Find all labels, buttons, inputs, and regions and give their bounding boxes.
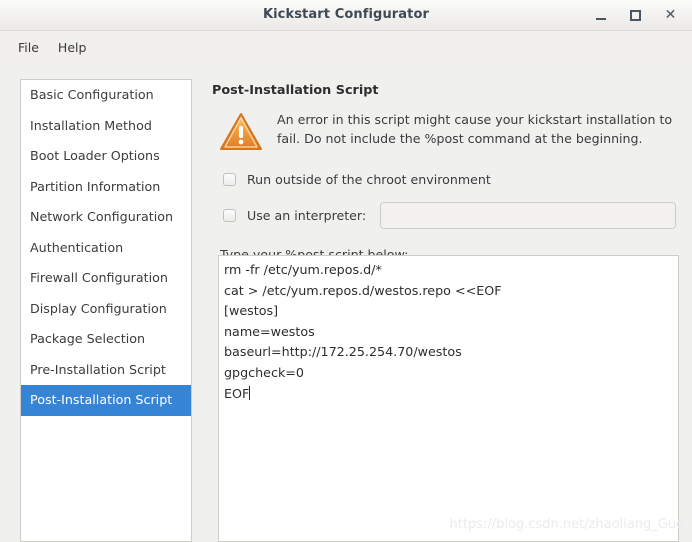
interpreter-checkbox-label: Use an interpreter: [247,208,367,223]
maximize-button[interactable] [628,8,643,23]
application-window: Kickstart Configurator ✕ File Help Basic… [0,0,692,542]
chroot-checkbox-row[interactable]: Run outside of the chroot environment [211,172,681,187]
title-bar: Kickstart Configurator ✕ [0,0,692,31]
sidebar-item-package-selection[interactable]: Package Selection [21,324,191,355]
sidebar-item-basic-configuration[interactable]: Basic Configuration [21,80,191,111]
menu-item-file[interactable]: File [9,37,49,59]
minimize-icon [595,17,606,20]
warning-text: An error in this script might cause your… [277,112,673,146]
sidebar-item-pre-installation-script[interactable]: Pre-Installation Script [21,355,191,386]
section-list[interactable]: Basic Configuration Installation Method … [20,79,192,542]
script-line: rm -fr /etc/yum.repos.d/* [224,262,382,277]
interpreter-checkbox-row[interactable]: Use an interpreter: [211,202,681,229]
page-title: Post-Installation Script [212,83,379,98]
window-controls: ✕ [593,0,686,30]
interpreter-input[interactable] [380,202,677,229]
sidebar-item-installation-method[interactable]: Installation Method [21,111,191,142]
minimize-button[interactable] [593,8,608,23]
sidebar-item-display-configuration[interactable]: Display Configuration [21,294,191,325]
close-button[interactable]: ✕ [663,8,678,23]
warning-banner: An error in this script might cause your… [211,110,681,156]
sidebar-item-authentication[interactable]: Authentication [21,233,191,264]
sidebar-item-partition-information[interactable]: Partition Information [21,172,191,203]
chroot-checkbox[interactable] [223,173,236,186]
script-line: [westos] [224,303,279,319]
script-line: gpgcheck=0 [224,364,305,380]
post-script-textarea[interactable]: rm -fr /etc/yum.repos.d/* cat > /etc/yum… [218,255,679,542]
chroot-checkbox-label: Run outside of the chroot environment [247,172,491,187]
warning-triangle-icon [219,112,263,156]
script-line: name=westos [224,323,315,339]
text-cursor [249,385,251,400]
script-line: cat > /etc/yum.repos.d/westos.repo <<EOF [224,282,502,298]
script-line-last: EOF [224,384,673,405]
script-line-text: EOF [224,385,250,401]
maximize-icon [630,9,641,21]
post-installation-panel: Post-Installation Script An error in thi… [211,79,681,542]
sidebar-item-post-installation-script[interactable]: Post-Installation Script [21,385,191,416]
interpreter-checkbox[interactable] [223,209,236,222]
window-title: Kickstart Configurator [262,7,430,22]
menu-item-help[interactable]: Help [49,37,97,59]
script-line: baseurl=http://172.25.254.70/westos [224,344,462,360]
sidebar-item-firewall-configuration[interactable]: Firewall Configuration [21,263,191,294]
sidebar-item-boot-loader-options[interactable]: Boot Loader Options [21,141,191,172]
sidebar-item-network-configuration[interactable]: Network Configuration [21,202,191,233]
menu-bar: File Help [0,31,692,64]
